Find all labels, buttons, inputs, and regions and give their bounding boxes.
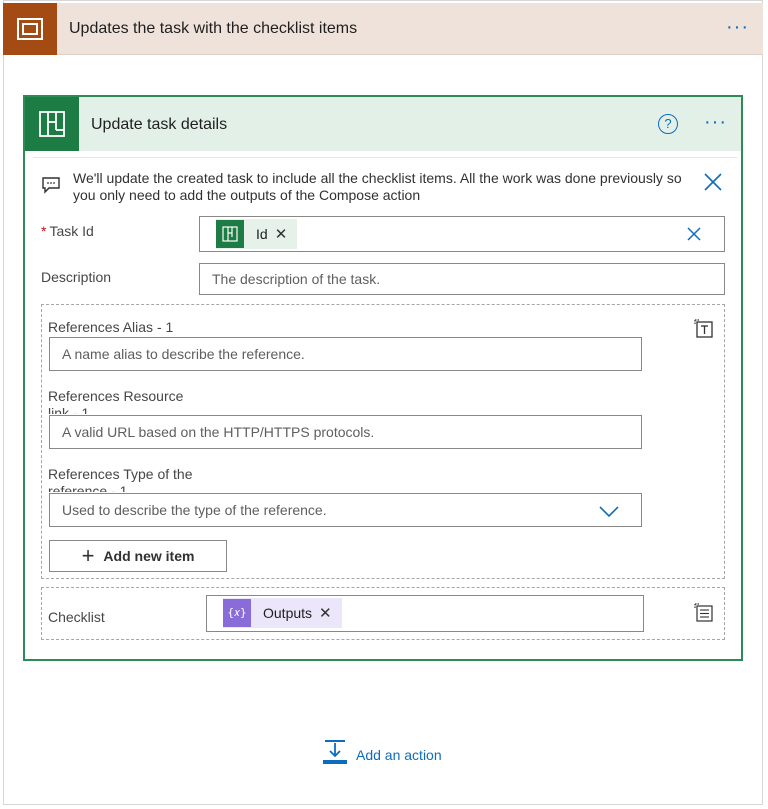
update-task-details-card: Update task details ? ··· We'll update t…	[23, 95, 743, 661]
id-token-label: Id	[256, 226, 268, 242]
scope-title: Updates the task with the checklist item…	[69, 20, 358, 37]
add-an-action-button[interactable]: Add an action	[322, 739, 442, 770]
required-marker: *	[41, 223, 47, 239]
add-new-item-label: Add new item	[103, 548, 195, 564]
planner-icon	[25, 97, 79, 151]
scope-more-options-button[interactable]: ···	[726, 16, 749, 39]
references-array: References Alias - 1 A name alias to des…	[41, 304, 725, 579]
references-resource-link-placeholder: A valid URL based on the HTTP/HTTPS prot…	[62, 424, 375, 440]
switch-to-array-mode-icon[interactable]	[694, 603, 714, 628]
action-comment: We'll update the created task to include…	[33, 157, 737, 207]
task-id-input[interactable]: Id ✕	[199, 216, 725, 252]
help-icon[interactable]: ?	[658, 114, 678, 134]
action-header[interactable]: Update task details ? ···	[25, 97, 741, 151]
description-label: Description	[41, 269, 112, 285]
description-input[interactable]: The description of the task.	[199, 263, 725, 295]
planner-icon	[216, 220, 244, 248]
checklist-field: Checklist {𝑥} Outputs ✕	[41, 587, 725, 640]
add-new-item-button[interactable]: + Add new item	[49, 540, 227, 572]
references-alias-label: References Alias - 1	[48, 319, 174, 335]
references-alias-input[interactable]: A name alias to describe the reference.	[49, 337, 642, 371]
checklist-label: Checklist	[48, 609, 105, 625]
id-token[interactable]: Id ✕	[216, 219, 298, 249]
remove-id-token-button[interactable]: ✕	[275, 225, 288, 243]
task-id-label: * Task Id	[41, 223, 94, 239]
comment-icon	[41, 176, 61, 199]
switch-input-mode-icon[interactable]	[694, 319, 714, 344]
checklist-input[interactable]: {𝑥} Outputs ✕	[206, 595, 644, 632]
add-an-action-label: Add an action	[356, 746, 442, 763]
references-resource-link-input[interactable]: A valid URL based on the HTTP/HTTPS prot…	[49, 415, 642, 449]
close-comment-icon[interactable]	[703, 172, 723, 197]
plus-icon: +	[81, 543, 95, 568]
task-id-label-text: Task Id	[49, 223, 94, 239]
references-alias-placeholder: A name alias to describe the reference.	[62, 346, 305, 362]
description-placeholder: The description of the task.	[212, 271, 381, 287]
comment-text: We'll update the created task to include…	[73, 170, 682, 203]
outputs-token-label: Outputs	[263, 605, 313, 621]
scope-icon	[3, 3, 57, 55]
compose-icon: {𝑥}	[223, 599, 251, 627]
clear-icon[interactable]	[686, 226, 702, 245]
references-type-placeholder: Used to describe the type of the referen…	[62, 502, 327, 518]
scope-header[interactable]: Updates the task with the checklist item…	[3, 3, 763, 55]
outputs-token[interactable]: {𝑥} Outputs ✕	[223, 598, 342, 628]
add-action-icon	[322, 739, 348, 770]
references-type-label: References Type of the reference - 1	[48, 466, 193, 492]
references-resource-link-label: References Resource link - 1	[48, 388, 184, 414]
remove-outputs-token-button[interactable]: ✕	[319, 604, 332, 622]
references-type-dropdown[interactable]: Used to describe the type of the referen…	[49, 493, 642, 527]
chevron-down-icon[interactable]	[599, 505, 619, 521]
action-title: Update task details	[91, 116, 228, 133]
action-more-options-button[interactable]: ···	[704, 111, 727, 134]
